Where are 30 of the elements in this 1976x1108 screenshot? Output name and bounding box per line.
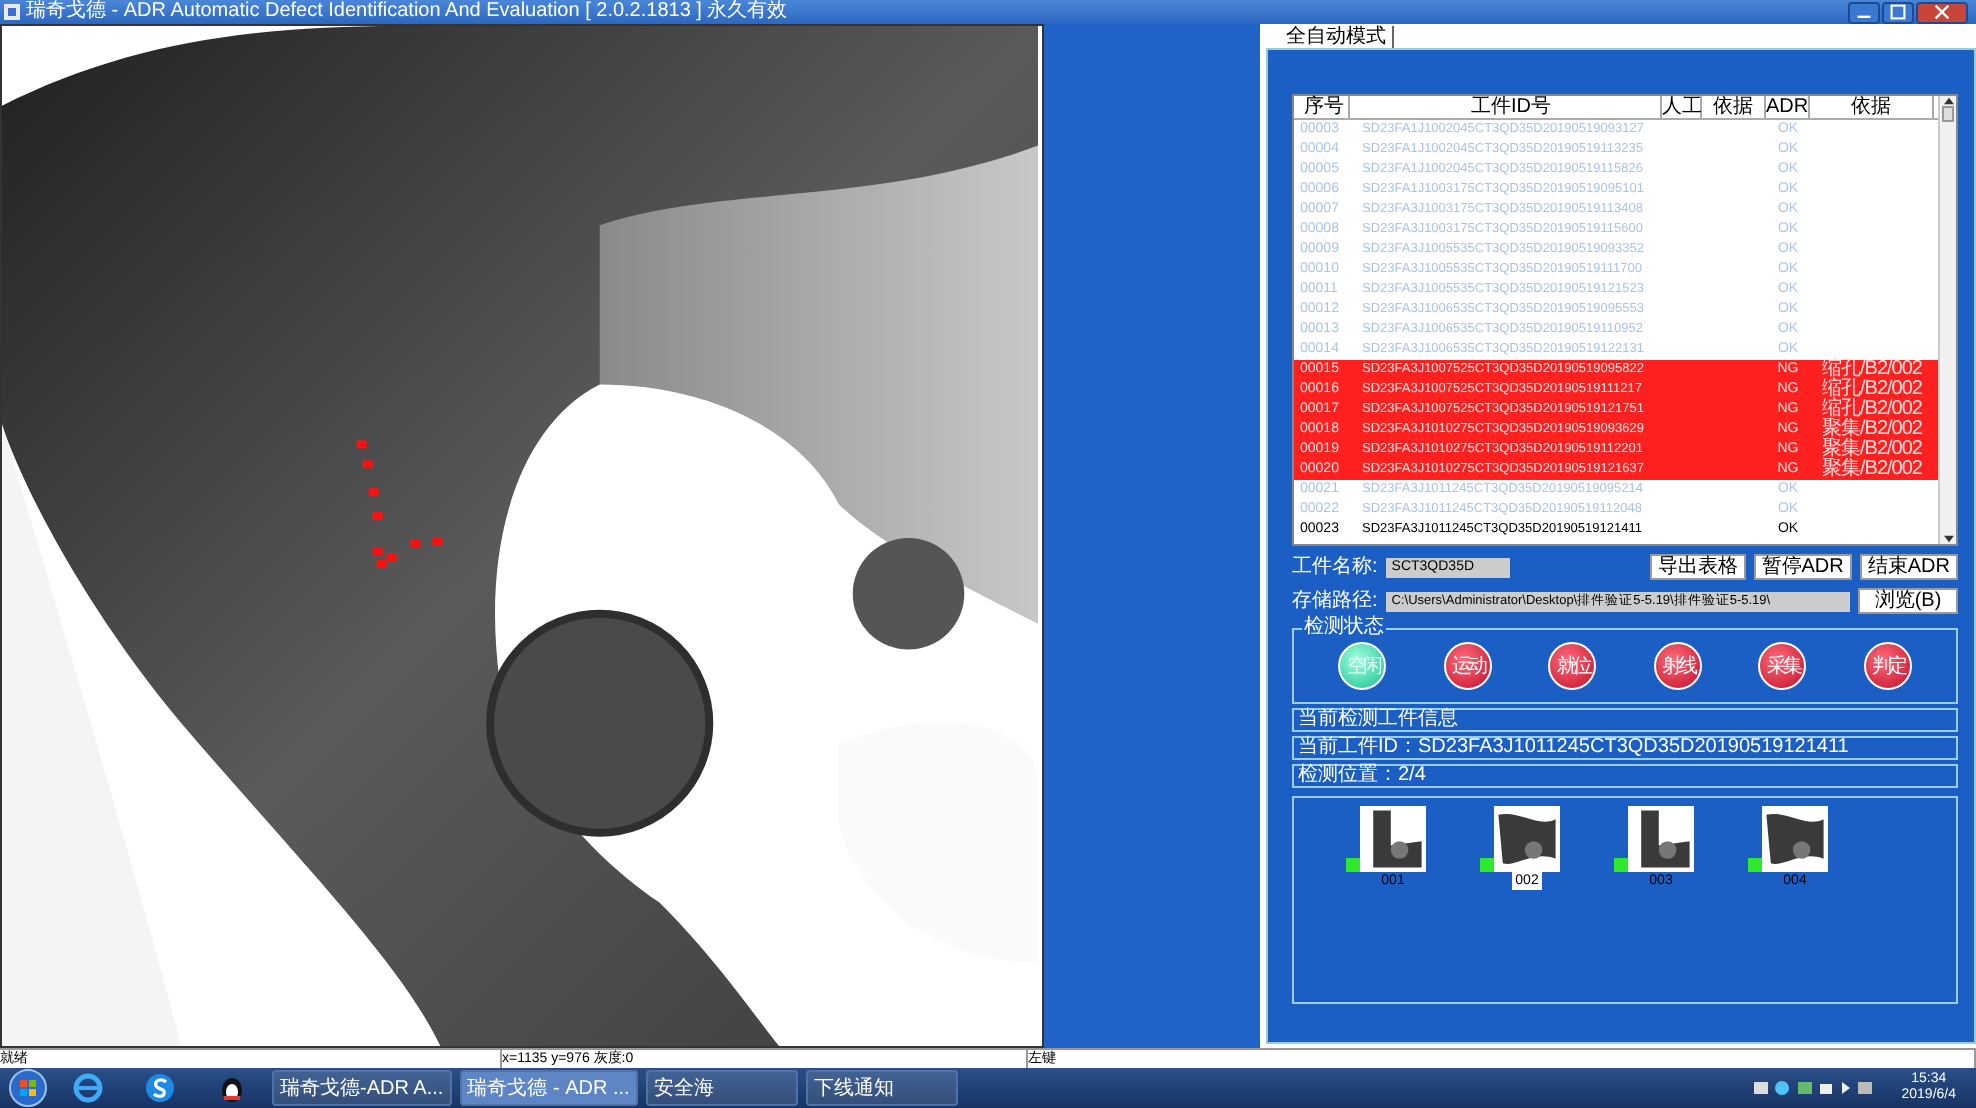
column-header[interactable]: 工件ID号: [1350, 96, 1662, 118]
status-light: 射线: [1653, 642, 1702, 690]
table-cell-text: 缩孔/B2/002: [1820, 400, 1924, 420]
action-button[interactable]: 暂停ADR: [1753, 554, 1852, 580]
status-light: 运动: [1443, 642, 1492, 690]
browse-button[interactable]: 浏览(B): [1858, 588, 1958, 614]
field-label: 存储路径:: [1292, 589, 1378, 613]
column-header[interactable]: 依据: [1702, 96, 1766, 118]
column-header[interactable]: ADR: [1766, 96, 1810, 118]
field-label: 工件名称:: [1292, 555, 1378, 579]
table-cell-text: 缩孔/B2/002: [1820, 380, 1924, 400]
table-cell-text: 缩孔/B2/002: [1820, 360, 1924, 380]
taskbar-button[interactable]: 瑞奇戈德-ADR A...: [272, 1070, 452, 1106]
action-button[interactable]: 导出表格: [1649, 554, 1746, 580]
status-light: 判定: [1863, 642, 1912, 690]
taskbar-button[interactable]: 安全海: [645, 1070, 798, 1106]
tab[interactable]: 全自动模式: [1280, 26, 1394, 48]
table-cell-text: 聚集/B2/002: [1820, 420, 1924, 440]
status-light: 空闲: [1338, 642, 1387, 690]
column-header[interactable]: 依据: [1810, 96, 1934, 118]
taskbar-button[interactable]: 下线通知: [805, 1070, 958, 1106]
column-header[interactable]: 序号: [1294, 96, 1350, 118]
column-header[interactable]: 人工: [1662, 96, 1702, 118]
table-cell-text: 聚集/B2/002: [1820, 460, 1924, 480]
status-light: 就位: [1548, 642, 1597, 690]
taskbar-button[interactable]: 瑞奇戈德 - ADR ...: [459, 1070, 638, 1106]
table-cell-text: 聚集/B2/002: [1820, 440, 1924, 460]
status-light: 采集: [1758, 642, 1807, 690]
action-button[interactable]: 结束ADR: [1859, 554, 1958, 580]
group-title: 检测状态: [1302, 616, 1386, 638]
